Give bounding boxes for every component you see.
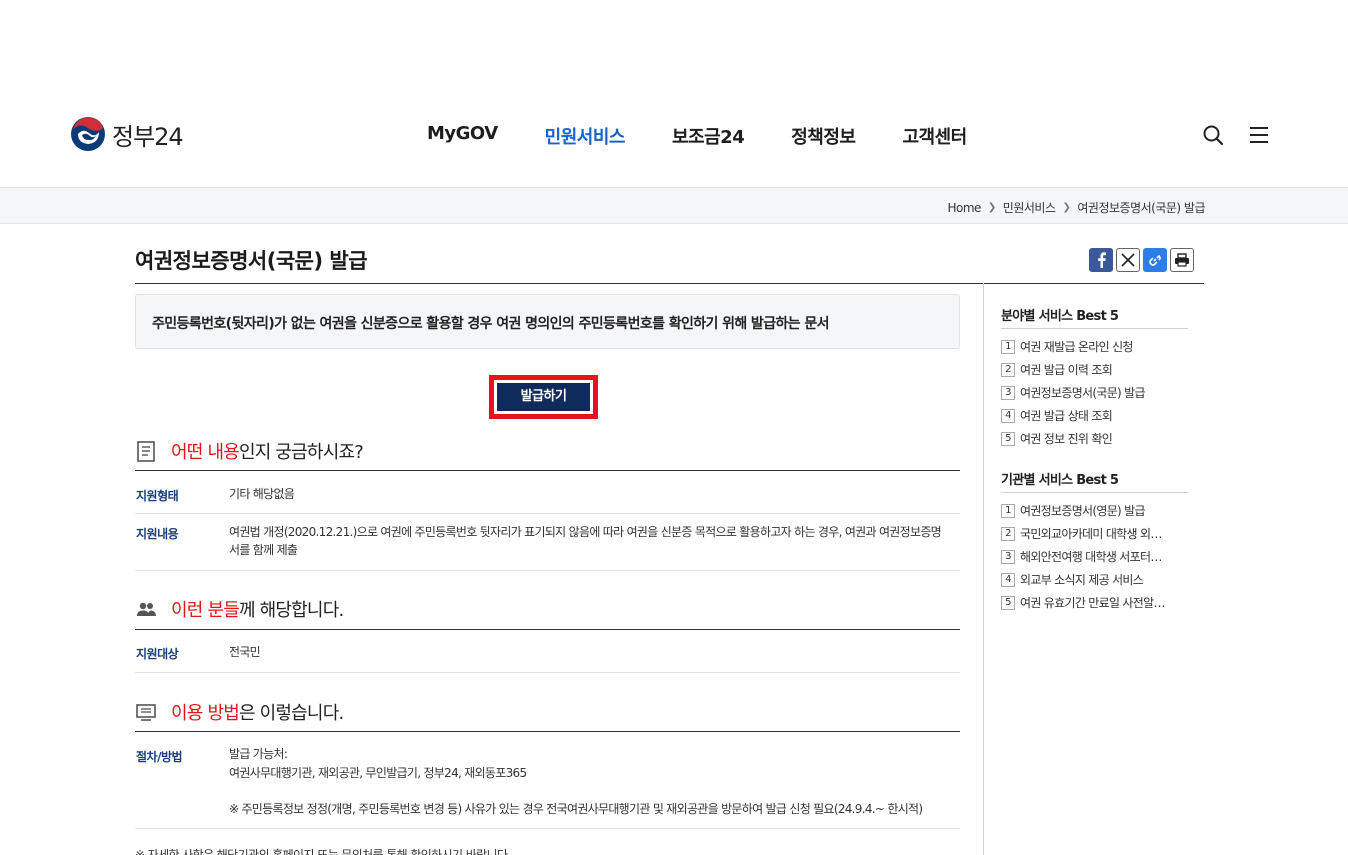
section-highlight: 이용 방법 — [171, 703, 240, 724]
row-divider — [135, 570, 960, 571]
breadcrumb-civil-service[interactable]: 민원서비스 — [1003, 199, 1056, 216]
chevron-right-icon: ❯ — [987, 202, 996, 213]
section-divider — [135, 731, 960, 732]
sidebar-divider-line — [1001, 328, 1188, 329]
list-item[interactable]: 5여권 유효기간 만료일 사전알림 서비스 — [1001, 591, 1172, 614]
list-item[interactable]: 4 외교부 소식지 제공 서비스 — [1001, 568, 1172, 591]
people-icon — [137, 602, 156, 616]
chevron-right-icon: ❯ — [1062, 202, 1071, 213]
facebook-icon[interactable] — [1089, 248, 1113, 272]
row-label-procedure: 절차/방법 — [136, 750, 183, 764]
page-title: 여권정보증명서(국문) 발급 — [135, 249, 368, 273]
section-title-rest: 인지 궁금하시죠? — [238, 442, 364, 463]
section-highlight: 어떤 내용 — [171, 442, 240, 463]
logo-text: 정부24 — [112, 122, 184, 151]
breadcrumb-current: 여권정보증명서(국문) 발급 — [1077, 201, 1205, 215]
menu-icon[interactable] — [1248, 124, 1270, 146]
section-divider — [135, 470, 960, 471]
section-divider — [135, 629, 960, 630]
section-heading-target: 이런 분들 께 해당합니다. — [135, 596, 344, 622]
search-icon[interactable] — [1202, 124, 1224, 146]
row-value-support-type: 기타 해당없음 — [229, 487, 295, 501]
breadcrumb-bar: Home ❯ 민원서비스 ❯ 여권정보증명서(국문) 발급 — [0, 187, 1348, 224]
site-header: 정부24 MyGOV 민원서비스 보조금24 정책정보 고객센터 — [0, 0, 1348, 187]
service-summary: 주민등록번호(뒷자리)가 없는 여권을 신분증으로 활용할 경우 여권 명의인의… — [135, 294, 960, 349]
row-divider — [135, 828, 960, 829]
row-value-procedure-note: ※ 주민등록정보 정정(개명, 주민등록번호 변경 등) 사유가 있는 경우 전… — [229, 802, 923, 816]
title-divider — [135, 283, 1204, 284]
nav-civil-service[interactable]: 민원서비스 — [545, 123, 626, 149]
breadcrumb-home[interactable]: Home — [947, 201, 981, 215]
row-label-support-content: 지원내용 — [136, 527, 179, 541]
row-label-support-type: 지원형태 — [136, 489, 179, 503]
nav-customer-center[interactable]: 고객센터 — [902, 123, 967, 149]
main-nav: MyGOV 민원서비스 보조금24 정책정보 고객센터 — [427, 123, 1014, 149]
section-title-rest: 께 해당합니다. — [238, 600, 344, 621]
list-item[interactable]: 1 여권정보증명서(영문) 발급 — [1001, 499, 1172, 522]
list-item[interactable]: 5 여권 정보 진위 확인 — [1001, 427, 1145, 450]
nav-mygov[interactable]: MyGOV — [427, 123, 498, 149]
sidebar-divider-line — [1001, 492, 1188, 493]
print-icon[interactable] — [1170, 248, 1194, 272]
link-icon[interactable] — [1143, 248, 1167, 272]
list-item[interactable]: 1 여권 재발급 온라인 신청 — [1001, 335, 1145, 358]
list-item[interactable]: 2 여권 발급 이력 조회 — [1001, 358, 1145, 381]
row-label-target: 지원대상 — [136, 647, 179, 661]
section-heading-method: 이용 방법 은 이렇습니다. — [135, 699, 344, 725]
section-highlight: 이런 분들 — [171, 600, 240, 621]
sidebar-agency-best-list: 1여권정보증명서(영문) 발급 2국민외교아카데미 대학생 외교아카데미 3해외… — [1001, 499, 1172, 614]
document-icon — [137, 441, 155, 462]
list-item[interactable]: 3 해외안전여행 대학생 서포터스 모집 — [1001, 545, 1172, 568]
issue-button[interactable]: 발급하기 — [497, 383, 590, 411]
nav-subsidy[interactable]: 보조금24 — [672, 123, 745, 149]
monitor-icon — [136, 704, 156, 721]
row-value-procedure-line2: 여권사무대행기관, 재외공관, 무인발급기, 정부24, 재외동포365 — [229, 766, 527, 780]
list-item[interactable]: 4 여권 발급 상태 조회 — [1001, 404, 1145, 427]
row-divider — [135, 672, 960, 673]
nav-policy[interactable]: 정책정보 — [791, 123, 856, 149]
issue-button-highlight: 발급하기 — [489, 375, 598, 419]
row-divider — [135, 513, 960, 514]
taegeuk-logo-icon — [71, 117, 105, 151]
sidebar-divider — [983, 283, 984, 855]
section-title-rest: 은 이렇습니다. — [238, 703, 344, 724]
x-icon[interactable] — [1116, 248, 1140, 272]
section-heading-content: 어떤 내용 인지 궁금하시죠? — [135, 438, 364, 464]
breadcrumb: Home ❯ 민원서비스 ❯ 여권정보증명서(국문) 발급 — [947, 199, 1205, 216]
list-item[interactable]: 2국민외교아카데미 대학생 외교아카데미 — [1001, 522, 1172, 545]
sidebar-agency-best-title: 기관별 서비스 Best 5 — [1001, 473, 1119, 488]
sidebar-field-best-title: 분야별 서비스 Best 5 — [1001, 309, 1119, 324]
list-item[interactable]: 3 여권정보증명서(국문) 발급 — [1001, 381, 1145, 404]
row-value-support-content: 여권법 개정(2020.12.21.)으로 여권에 주민등록번호 뒷자리가 표기… — [229, 525, 942, 557]
foot-note: ※ 자세한 사항은 해당기관의 홈페이지 또는 문의처를 통해 확인하시기 바랍… — [135, 848, 511, 855]
row-value-procedure-line1: 발급 가능처: — [229, 747, 288, 761]
share-tools — [1089, 248, 1197, 272]
row-value-target: 전국민 — [229, 645, 261, 659]
sidebar-field-best-list: 1 여권 재발급 온라인 신청 2 여권 발급 이력 조회 3 여권정보증명서(국문)… — [1001, 335, 1145, 450]
site-logo[interactable]: 정부24 — [70, 116, 184, 152]
